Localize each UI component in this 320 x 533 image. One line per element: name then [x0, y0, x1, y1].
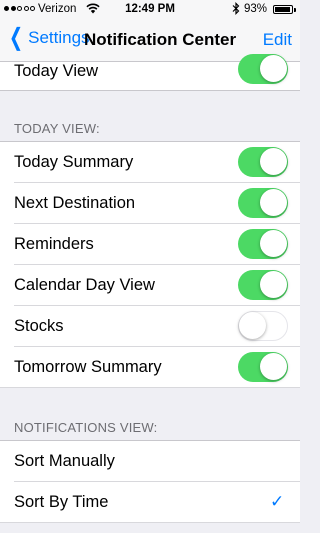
calendar-day-view-toggle[interactable] — [238, 270, 288, 300]
list-item-stocks: Stocks — [0, 306, 300, 347]
list-item-sort-manually[interactable]: Sort Manually ✓ — [0, 441, 300, 482]
checkmark-icon: ✓ — [270, 492, 285, 511]
back-button[interactable]: ❮ Settings — [6, 24, 90, 51]
battery-icon — [273, 5, 293, 14]
list-item-reminders: Reminders — [0, 224, 300, 265]
back-label: Settings — [28, 28, 90, 47]
list-item-today-summary: Today Summary — [0, 142, 300, 183]
list-item-calendar-day-view: Calendar Day View — [0, 265, 300, 306]
battery-percent: 93% — [244, 3, 268, 15]
list-item-tomorrow-summary: Tomorrow Summary — [0, 347, 300, 388]
list-item-sort-by-time[interactable]: Sort By Time ✓ — [0, 482, 300, 523]
reminders-toggle[interactable] — [238, 229, 288, 259]
section-header-notifications-view: NOTIFICATIONS VIEW: — [14, 420, 158, 435]
list-item-next-destination: Next Destination — [0, 183, 300, 224]
chevron-left-icon: ❮ — [9, 24, 24, 51]
battery-nub — [294, 8, 296, 12]
status-bar: Verizon 12:49 PM 93% — [0, 0, 300, 20]
tomorrow-summary-toggle[interactable] — [238, 352, 288, 382]
today-view-toggle[interactable] — [238, 54, 288, 84]
row-label: Reminders — [14, 235, 94, 253]
bluetooth-icon — [232, 2, 240, 18]
page-title: Notification Center — [84, 30, 237, 49]
row-label: Sort By Time — [14, 493, 109, 511]
section-header-today-view: TODAY VIEW: — [14, 121, 100, 136]
row-label: Stocks — [14, 317, 64, 335]
today-view-row: Today View — [0, 54, 300, 90]
row-label: Today View — [14, 62, 99, 80]
next-destination-toggle[interactable] — [238, 188, 288, 218]
stocks-toggle[interactable] — [238, 311, 288, 341]
row-label: Sort Manually — [14, 452, 115, 470]
row-label: Tomorrow Summary — [14, 358, 162, 376]
edit-button[interactable]: Edit — [263, 30, 292, 50]
row-label: Next Destination — [14, 194, 136, 212]
row-label: Calendar Day View — [14, 276, 155, 294]
today-summary-toggle[interactable] — [238, 147, 288, 177]
row-label: Today Summary — [14, 153, 134, 171]
divider — [0, 90, 300, 91]
